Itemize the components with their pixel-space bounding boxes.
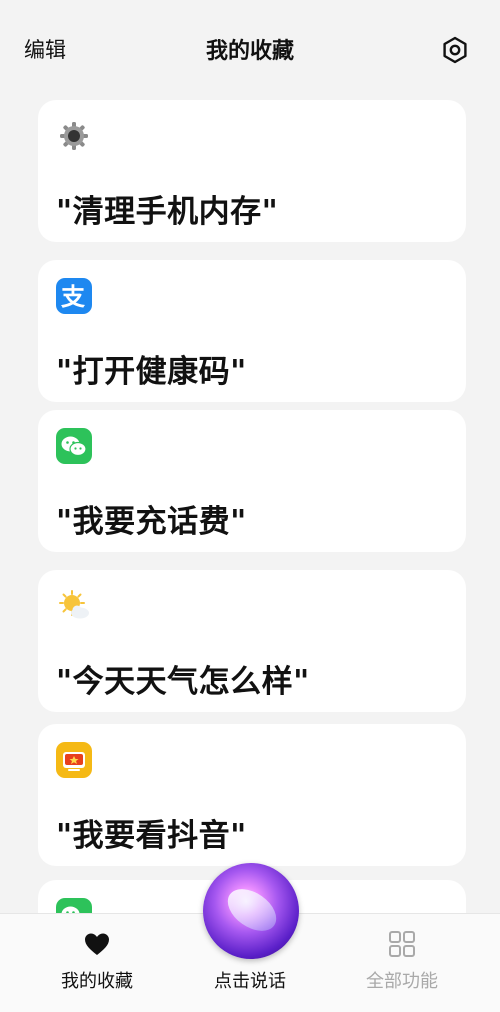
list-item[interactable]: 支 "打开健康码" <box>38 260 466 402</box>
svg-text:支: 支 <box>61 283 86 311</box>
settings-icon[interactable] <box>441 36 469 64</box>
command-phrase: "我要充话费" <box>56 504 247 540</box>
command-phrase: "打开健康码" <box>56 354 247 390</box>
heart-icon <box>83 930 111 958</box>
list-item[interactable]: "我要看抖音" <box>38 724 466 866</box>
video-tv-icon <box>56 742 92 778</box>
page-title: 我的收藏 <box>205 39 294 64</box>
voice-assistant-button[interactable] <box>203 863 299 959</box>
tab-all-features-label: 全部功能 <box>366 971 438 992</box>
list-item[interactable]: "今天天气怎么样" <box>38 570 466 712</box>
list-item[interactable]: "清理手机内存" <box>38 100 466 242</box>
command-phrase: "清理手机内存" <box>56 194 279 230</box>
alipay-icon: 支 <box>56 278 92 314</box>
tab-all-features[interactable]: 全部功能 <box>322 914 482 1012</box>
voice-orb-icon <box>220 880 284 940</box>
tab-voice-label: 点击说话 <box>214 971 286 992</box>
list-item[interactable]: "我要充话费" <box>38 410 466 552</box>
header: 编辑 我的收藏 <box>0 0 500 96</box>
grid-icon <box>388 930 416 958</box>
command-phrase: "今天天气怎么样" <box>56 664 310 700</box>
wechat-icon <box>56 428 92 464</box>
tab-favorites-label: 我的收藏 <box>61 971 133 992</box>
command-phrase: "我要看抖音" <box>56 818 247 854</box>
weather-sun-cloud-icon <box>56 588 92 624</box>
tab-favorites[interactable]: 我的收藏 <box>17 914 177 1012</box>
gear-settings-icon <box>56 118 92 154</box>
